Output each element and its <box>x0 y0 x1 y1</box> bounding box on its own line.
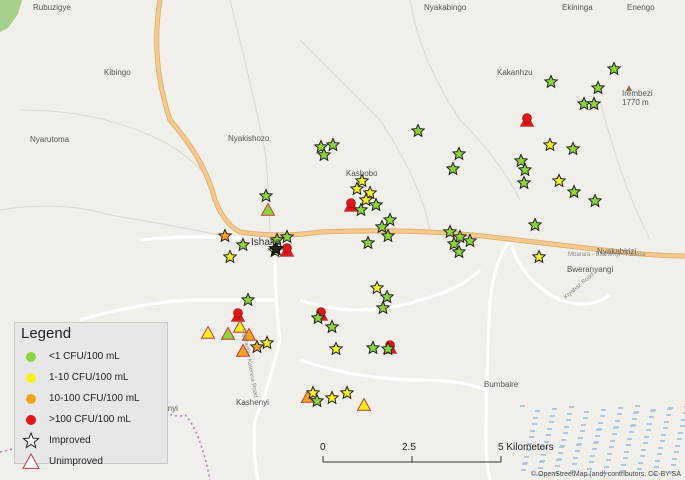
place-label: Bumbaire <box>484 380 519 389</box>
legend-title: Legend <box>21 325 72 342</box>
legend-item: Unimproved <box>21 452 165 472</box>
legend-circle-icon <box>26 394 36 404</box>
legend-item-label: >100 CFU/100 mL <box>49 414 131 425</box>
legend-item-label: <1 CFU/100 mL <box>49 351 120 362</box>
place-label: Irembezi <box>622 89 653 98</box>
map-attribution: © OpenStreetMap (and) contributors, CC-B… <box>530 471 681 478</box>
legend-circle-icon <box>26 352 36 362</box>
legend-item-label: Improved <box>49 435 91 446</box>
legend-circle-icon <box>26 415 36 425</box>
legend-item: 1-10 CFU/100 mL <box>21 368 165 388</box>
legend-circle-icon <box>26 373 36 383</box>
legend-item: >100 CFU/100 mL <box>21 410 165 430</box>
place-label: Nyakabingo <box>424 3 467 12</box>
contamination-dot <box>233 308 243 318</box>
scale-bar: 0 2.5 5 Kilometers <box>320 440 554 464</box>
legend-panel: Legend <1 CFU/100 mL 1-10 CFU/100 mL 10-10… <box>14 322 168 469</box>
place-label: Nyakishozo <box>228 134 270 143</box>
place-label: Kashenyi <box>236 398 269 407</box>
road-label: Mbarara - Bushenyi - Kasese <box>568 252 646 258</box>
place-label: Kakanhzu <box>497 68 533 77</box>
place-label: Kibingo <box>104 68 131 77</box>
scale-label-2-5: 2.5 <box>402 442 416 453</box>
place-label: Ekininga <box>562 3 593 12</box>
legend-item: 10-100 CFU/100 mL <box>21 389 165 409</box>
place-label: Kashobo <box>346 169 378 178</box>
legend-item-label: Unimproved <box>49 456 103 467</box>
legend-item: <1 CFU/100 mL <box>21 347 165 367</box>
scale-label-0: 0 <box>320 442 326 453</box>
place-label: Rubuzigye <box>33 3 71 12</box>
legend-item: Improved <box>21 431 165 451</box>
contamination-dot <box>522 113 532 123</box>
legend-star-icon <box>22 431 40 449</box>
place-label: 1770 m <box>622 98 649 107</box>
contamination-dot <box>346 198 356 208</box>
contamination-dot <box>282 243 292 253</box>
place-label: Ishaka <box>251 237 281 248</box>
scale-label-5-km: 5 Kilometers <box>498 442 554 453</box>
legend-item-label: 10-100 CFU/100 mL <box>49 393 140 404</box>
legend-triangle-icon <box>22 452 40 469</box>
legend-item-label: 1-10 CFU/100 mL <box>49 372 129 383</box>
place-label: Enengo <box>627 3 655 12</box>
place-label: Nyarutoma <box>30 135 70 144</box>
